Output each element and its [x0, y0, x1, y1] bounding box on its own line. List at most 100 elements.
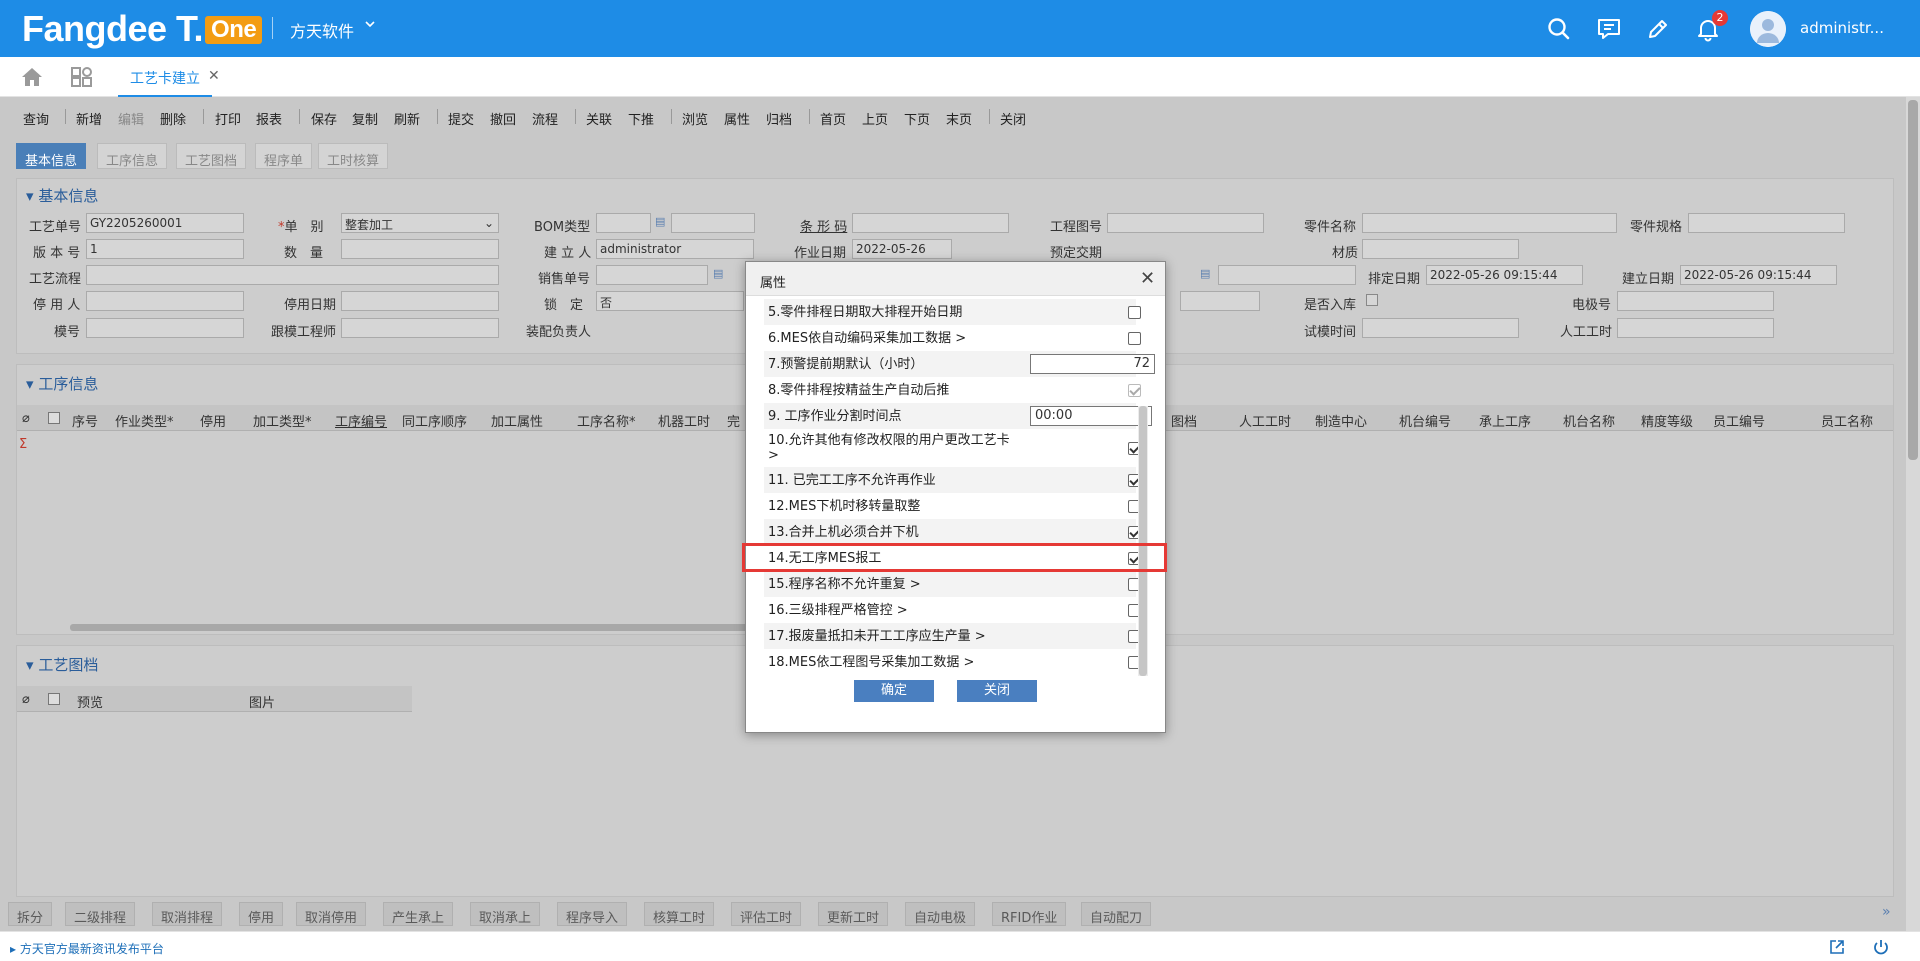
- col-drawing[interactable]: 图档: [1171, 411, 1197, 430]
- cancel-disable-button[interactable]: 取消停用: [296, 902, 367, 926]
- label-barcode[interactable]: 条 形 码: [800, 216, 847, 235]
- disabled-date-field[interactable]: [341, 291, 499, 311]
- creator-field[interactable]: administrator: [596, 239, 754, 259]
- quantity-field[interactable]: [341, 239, 499, 259]
- col-mfg-center[interactable]: 制造中心: [1315, 411, 1367, 430]
- warning-hours-input[interactable]: 72: [1030, 354, 1155, 374]
- col-precision[interactable]: 精度等级: [1641, 411, 1693, 430]
- link-button[interactable]: 关联: [586, 109, 612, 128]
- new-button[interactable]: 新增: [76, 109, 102, 128]
- barcode-field[interactable]: [852, 213, 1009, 233]
- chevron-down-icon[interactable]: [364, 18, 376, 33]
- copy-button[interactable]: 复制: [352, 109, 378, 128]
- col-process-attr[interactable]: 加工属性: [491, 411, 543, 430]
- col-complete[interactable]: 完: [727, 411, 740, 430]
- mold-engineer-field[interactable]: [341, 318, 499, 338]
- refresh-button[interactable]: 刷新: [394, 109, 420, 128]
- col-machine-no[interactable]: 机台编号: [1399, 411, 1451, 430]
- external-link-icon[interactable]: [1828, 938, 1846, 960]
- lock-select[interactable]: 否: [596, 291, 744, 311]
- page-scrollbar-thumb[interactable]: [1908, 100, 1918, 460]
- subtab-drawings[interactable]: 工艺图档: [176, 143, 247, 169]
- labor-hours-field[interactable]: [1617, 318, 1774, 338]
- edit-button[interactable]: 编辑: [118, 109, 144, 128]
- col-labor-hours[interactable]: 人工工时: [1239, 411, 1291, 430]
- apps-icon[interactable]: [70, 66, 94, 88]
- delete-button[interactable]: 删除: [160, 109, 186, 128]
- col-op-no[interactable]: 工序编号: [335, 411, 387, 430]
- auto-electrode-button[interactable]: 自动电极: [905, 902, 976, 926]
- cancel-schedule-button[interactable]: 取消排程: [152, 902, 223, 926]
- news-link[interactable]: ▸ 方天官方最新资讯发布平台: [10, 940, 164, 957]
- first-page-button[interactable]: 首页: [820, 109, 846, 128]
- print-button[interactable]: 打印: [215, 109, 241, 128]
- property-checkbox[interactable]: [1128, 332, 1141, 345]
- lookup-icon[interactable]: ▤: [1200, 267, 1210, 280]
- message-icon[interactable]: [1596, 16, 1622, 42]
- part-name-field[interactable]: [1362, 213, 1617, 233]
- program-import-button[interactable]: 程序导入: [557, 902, 628, 926]
- close-icon[interactable]: ✕: [1140, 268, 1155, 289]
- tab-process-card[interactable]: 工艺卡建立: [118, 57, 212, 97]
- pencil-icon[interactable]: [1645, 16, 1671, 42]
- route-field[interactable]: [86, 265, 499, 285]
- subtab-process-info[interactable]: 工序信息: [97, 143, 168, 169]
- col-same-order[interactable]: 同工序顺序: [402, 411, 467, 430]
- prev-page-button[interactable]: 上页: [862, 109, 888, 128]
- property-checkbox[interactable]: [1128, 384, 1141, 397]
- drawing-no-field[interactable]: [1107, 213, 1264, 233]
- subtab-program[interactable]: 程序单: [255, 143, 313, 169]
- schedule-date-field[interactable]: 2022-05-26 09:15:44: [1426, 265, 1583, 285]
- update-hours-button[interactable]: 更新工时: [818, 902, 889, 926]
- bom-type-name-field[interactable]: [671, 213, 755, 233]
- part-spec-field[interactable]: [1688, 213, 1845, 233]
- avatar[interactable]: [1750, 11, 1786, 47]
- next-page-button[interactable]: 下页: [904, 109, 930, 128]
- subtab-basic-info[interactable]: 基本信息: [16, 143, 87, 169]
- col-op-name[interactable]: 工序名称*: [577, 411, 636, 430]
- home-icon[interactable]: [20, 66, 44, 88]
- doc-type-select[interactable]: 整套加工 ⌄: [341, 213, 499, 233]
- disable-button[interactable]: 停用: [239, 902, 284, 926]
- dialog-scrollbar-thumb[interactable]: [1139, 406, 1147, 676]
- company-switcher[interactable]: 方天软件: [290, 18, 354, 42]
- submit-button[interactable]: 提交: [448, 109, 474, 128]
- version-field[interactable]: 1: [86, 239, 244, 259]
- withdraw-button[interactable]: 撤回: [490, 109, 516, 128]
- expand-icon[interactable]: »: [1882, 904, 1891, 920]
- in-stock-checkbox[interactable]: [1366, 294, 1378, 306]
- blank-field[interactable]: [1180, 291, 1260, 311]
- cancel-upstream-button[interactable]: 取消承上: [470, 902, 541, 926]
- col-job-type[interactable]: 作业类型*: [115, 411, 174, 430]
- sales-no-field[interactable]: [596, 265, 708, 285]
- col-disabled[interactable]: 停用: [200, 411, 226, 430]
- col-image[interactable]: 图片: [249, 692, 275, 711]
- power-icon[interactable]: [1872, 938, 1890, 960]
- split-time-input[interactable]: 00:00: [1030, 406, 1152, 426]
- estimate-hours-button[interactable]: 评估工时: [731, 902, 802, 926]
- trial-time-field[interactable]: [1362, 318, 1519, 338]
- col-machine-hours[interactable]: 机器工时: [658, 411, 710, 430]
- last-page-button[interactable]: 末页: [946, 109, 972, 128]
- grid-hscrollbar[interactable]: [70, 624, 770, 631]
- second-schedule-button[interactable]: 二级排程: [65, 902, 136, 926]
- property-checkbox[interactable]: [1128, 306, 1141, 319]
- close-button[interactable]: 关闭: [957, 680, 1037, 702]
- mold-no-field[interactable]: [86, 318, 244, 338]
- disabled-by-field[interactable]: [86, 291, 244, 311]
- confirm-button[interactable]: 确定: [854, 680, 934, 702]
- bom-type-field[interactable]: [596, 213, 651, 233]
- col-process-type[interactable]: 加工类型*: [253, 411, 312, 430]
- report-button[interactable]: 报表: [256, 109, 282, 128]
- archive-button[interactable]: 归档: [766, 109, 792, 128]
- save-button[interactable]: 保存: [311, 109, 337, 128]
- split-button[interactable]: 拆分: [8, 902, 53, 926]
- username[interactable]: administr...: [1800, 19, 1884, 37]
- lookup-field[interactable]: [1218, 265, 1356, 285]
- col-employee-no[interactable]: 员工编号: [1713, 411, 1765, 430]
- close-icon[interactable]: ✕: [208, 68, 220, 84]
- flow-button[interactable]: 流程: [532, 109, 558, 128]
- lookup-icon[interactable]: ▤: [655, 215, 665, 228]
- query-button[interactable]: 查询: [23, 109, 49, 128]
- work-date-field[interactable]: 2022-05-26: [852, 239, 952, 259]
